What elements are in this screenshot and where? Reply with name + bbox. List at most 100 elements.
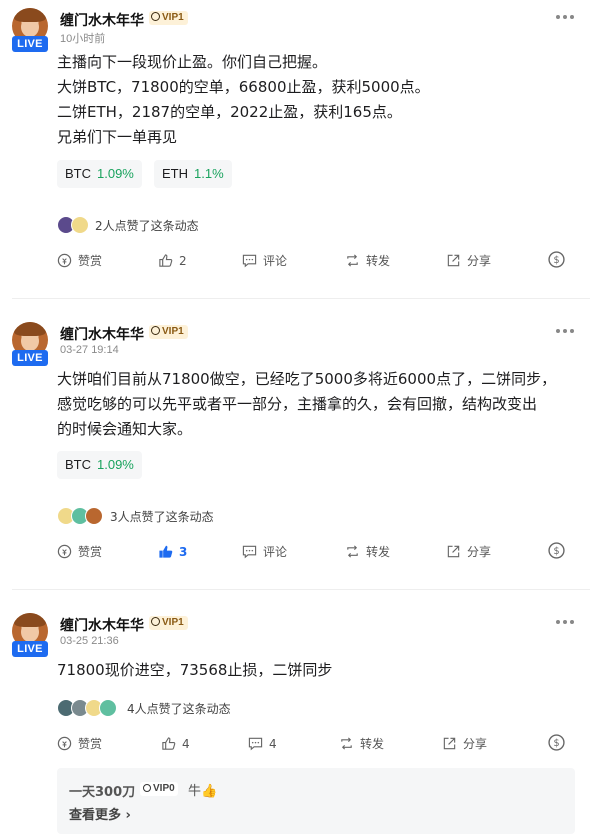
- like-button[interactable]: 4: [161, 734, 190, 754]
- comment-author[interactable]: 一天300刀: [69, 781, 135, 800]
- share-icon: [447, 254, 460, 267]
- likers-text: 3人点赞了这条动态: [110, 510, 214, 524]
- action-bar: 赞赏 2 评论 转发 分享 $: [57, 251, 587, 271]
- share-button[interactable]: 分享: [446, 251, 491, 271]
- repost-button[interactable]: 转发: [345, 542, 390, 562]
- repost-button[interactable]: 转发: [339, 734, 384, 754]
- live-badge: LIVE: [12, 350, 48, 366]
- content-line: 二饼ETH，2187的空单，2022止盈，获利165点。: [57, 103, 402, 121]
- tip-button[interactable]: $: [548, 251, 571, 271]
- reward-button[interactable]: 赞赏: [57, 734, 102, 754]
- author-name[interactable]: 缠门水木年华: [60, 615, 144, 635]
- tip-button[interactable]: $: [548, 542, 571, 562]
- content-line: 71800现价进空，73568止损，二饼同步: [57, 661, 333, 679]
- content-line: 大饼咱们目前从71800做空，已经吃了5000多将近6000点了，二饼同步，: [57, 370, 557, 388]
- avatar[interactable]: LIVE: [12, 322, 48, 368]
- svg-text:$: $: [553, 738, 559, 749]
- vip-badge: VIP1: [149, 325, 188, 339]
- ticker-chip-eth[interactable]: ETH 1.1%: [154, 160, 232, 188]
- vip-badge: VIP1: [149, 11, 188, 25]
- thumbs-up-icon: [162, 737, 176, 750]
- author-name[interactable]: 缠门水木年华: [60, 10, 144, 30]
- reward-label: 赞赏: [78, 254, 103, 268]
- vip-label: VIP0: [153, 783, 175, 794]
- ticker-chip-btc[interactable]: BTC 1.09%: [57, 451, 142, 479]
- action-bar: 赞赏 4 4 转发 分享 $: [57, 734, 587, 754]
- content-line: 感觉吃够的可以先平或者平一部分，主播拿的久，会有回撤，结构改变出: [57, 395, 538, 413]
- dollar-coin-icon: $: [548, 734, 565, 751]
- vip-badge: VIP1: [149, 616, 188, 630]
- repost-icon: [341, 737, 352, 750]
- reward-button[interactable]: 赞赏: [57, 542, 102, 562]
- svg-text:$: $: [553, 255, 559, 266]
- like-count: 2: [179, 254, 187, 268]
- more-options-icon[interactable]: [556, 328, 576, 334]
- comment-button[interactable]: 评论: [242, 542, 287, 562]
- coin-icon: [57, 253, 72, 268]
- ticker-change: 1.09%: [97, 457, 134, 472]
- repost-label: 转发: [366, 545, 391, 559]
- vip-label: VIP1: [162, 12, 184, 23]
- dollar-coin-icon: $: [548, 542, 565, 559]
- post-card: LIVE 缠门水木年华 VIP1 10小时前 主播向下一段现价止盈。你们自己把握…: [0, 0, 602, 298]
- like-button[interactable]: 2: [158, 251, 187, 271]
- ticker-chip-btc[interactable]: BTC 1.09%: [57, 160, 142, 188]
- share-button[interactable]: 分享: [446, 542, 491, 562]
- reward-button[interactable]: 赞赏: [57, 251, 102, 271]
- vip-icon: [151, 326, 160, 335]
- divider: [12, 298, 590, 299]
- more-options-icon[interactable]: [556, 14, 576, 20]
- ticker-change: 1.09%: [97, 166, 134, 181]
- comment-button[interactable]: 评论: [242, 251, 287, 271]
- author-name[interactable]: 缠门水木年华: [60, 324, 144, 344]
- tip-button[interactable]: $: [548, 734, 571, 754]
- thumbs-up-filled-icon: [159, 545, 173, 558]
- dollar-coin-icon: $: [548, 251, 565, 268]
- view-more-link[interactable]: 查看更多 ›: [69, 804, 131, 823]
- repost-label: 转发: [366, 254, 391, 268]
- avatar[interactable]: LIVE: [12, 613, 48, 659]
- repost-icon: [347, 254, 358, 267]
- comment-icon: [242, 545, 257, 559]
- comment-button[interactable]: 4: [248, 734, 277, 754]
- post-time: 03-25 21:36: [60, 635, 119, 647]
- content-line: 兄弟们下一单再见: [57, 128, 178, 146]
- like-button[interactable]: 3: [158, 542, 187, 562]
- content-line: 大饼BTC，71800的空单，66800止盈，获利5000点。: [57, 78, 430, 96]
- repost-button[interactable]: 转发: [345, 251, 390, 271]
- post-content: 主播向下一段现价止盈。你们自己把握。 大饼BTC，71800的空单，66800止…: [57, 50, 587, 150]
- ticker-symbol: ETH: [162, 166, 188, 181]
- post-time: 03-27 19:14: [60, 344, 119, 356]
- live-badge: LIVE: [12, 641, 48, 657]
- share-label: 分享: [463, 737, 488, 751]
- content-line: 主播向下一段现价止盈。你们自己把握。: [57, 53, 328, 71]
- divider: [12, 589, 590, 590]
- comment-label: 评论: [263, 254, 288, 268]
- repost-label: 转发: [360, 737, 385, 751]
- post-card: LIVE 缠门水木年华 VIP1 03-27 19:14 大饼咱们目前从7180…: [0, 314, 602, 590]
- content-line: 的时候会通知大家。: [57, 420, 193, 438]
- reward-label: 赞赏: [78, 737, 103, 751]
- thumbs-up-icon: [159, 254, 173, 267]
- avatar[interactable]: LIVE: [12, 8, 48, 54]
- share-icon: [443, 737, 456, 750]
- vip-badge: VIP0: [140, 782, 178, 796]
- vip-label: VIP1: [162, 326, 184, 337]
- like-count: 3: [179, 545, 188, 559]
- svg-text:$: $: [553, 546, 559, 557]
- coin-icon: [57, 736, 72, 751]
- comment-preview[interactable]: 一天300刀 VIP0 牛👍 查看更多 ›: [57, 768, 575, 834]
- ticker-change: 1.1%: [194, 166, 224, 181]
- post-content: 71800现价进空，73568止损，二饼同步: [57, 658, 587, 683]
- liker-avatar: [99, 699, 117, 717]
- vip-icon: [143, 784, 151, 792]
- more-options-icon[interactable]: [556, 619, 576, 625]
- share-label: 分享: [467, 545, 492, 559]
- ticker-symbol: BTC: [65, 457, 91, 472]
- share-button[interactable]: 分享: [442, 734, 487, 754]
- reward-label: 赞赏: [78, 545, 103, 559]
- likers-text: 4人点赞了这条动态: [127, 702, 231, 716]
- share-icon: [447, 545, 460, 558]
- liker-avatar: [85, 507, 103, 525]
- coin-icon: [57, 544, 72, 559]
